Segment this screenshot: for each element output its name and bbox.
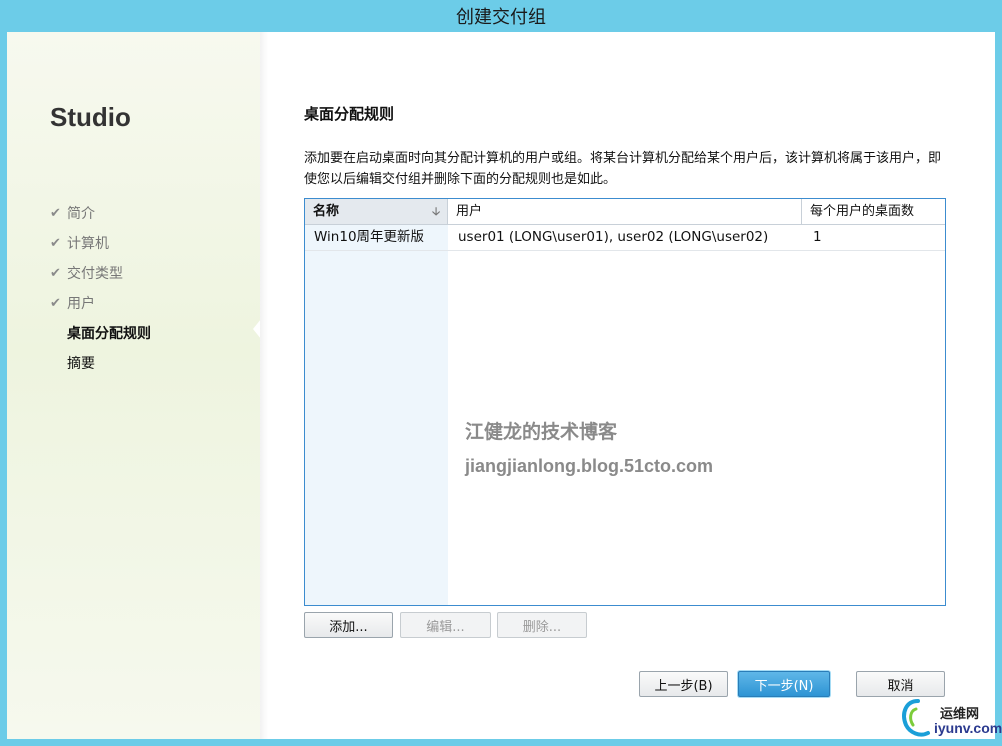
watermark-url: jiangjianlong.blog.51cto.com xyxy=(465,456,714,476)
window-title: 创建交付组 xyxy=(456,7,546,28)
column-header-name[interactable]: 名称 🡣 xyxy=(305,199,448,224)
step-label: 交付类型 xyxy=(67,266,123,282)
cell-users: user01 (LONG\user01), user02 (LONG\user0… xyxy=(458,229,769,245)
checkmark-icon: ✔ xyxy=(50,265,61,281)
step-computers: ✔ 计算机 xyxy=(50,228,151,258)
back-button[interactable]: 上一步(B) xyxy=(639,671,728,697)
wizard-window: Studio ✔ 简介 ✔ 计算机 ✔ 交付类型 ✔ 用户 桌面分配规则 摘要 … xyxy=(7,32,995,739)
page-title: 桌面分配规则 xyxy=(304,105,395,123)
column-header-users[interactable]: 用户 xyxy=(448,199,802,224)
sort-arrow-icon: 🡣 xyxy=(432,205,440,218)
checkmark-icon: ✔ xyxy=(50,205,61,221)
step-users: ✔ 用户 xyxy=(50,288,151,318)
edit-button[interactable]: 编辑... xyxy=(400,612,491,638)
page-description: 添加要在启动桌面时向其分配计算机的用户或组。将某台计算机分配给某个用户后，该计算… xyxy=(304,151,942,187)
studio-brand: Studio xyxy=(50,102,131,132)
iyunv-logo: 运维网 iyunv.com xyxy=(898,695,1002,743)
step-label: 桌面分配规则 xyxy=(67,326,151,342)
watermark-title: 江健龙的技术博客 xyxy=(465,421,618,443)
step-label: 简介 xyxy=(67,206,95,222)
add-button[interactable]: 添加... xyxy=(304,612,393,638)
active-step-pointer xyxy=(253,319,261,339)
cancel-button[interactable]: 取消 xyxy=(856,671,945,697)
step-intro: ✔ 简介 xyxy=(50,198,151,228)
wizard-steps: ✔ 简介 ✔ 计算机 ✔ 交付类型 ✔ 用户 桌面分配规则 摘要 xyxy=(50,198,151,378)
cell-desktop-count: 1 xyxy=(813,229,822,245)
next-button[interactable]: 下一步(N) xyxy=(738,671,830,697)
blog-watermark: 江健龙的技术博客 jiangjianlong.blog.51cto.com xyxy=(465,417,713,477)
table-header: 名称 🡣 用户 每个用户的桌面数 xyxy=(305,199,945,225)
delete-button[interactable]: 删除... xyxy=(497,612,587,638)
step-delivery-type: ✔ 交付类型 xyxy=(50,258,151,288)
step-label: 计算机 xyxy=(67,236,109,252)
step-label: 用户 xyxy=(67,296,95,312)
iyunv-logo-icon xyxy=(902,699,930,737)
assignment-rules-table[interactable]: 名称 🡣 用户 每个用户的桌面数 Win10周年更新版 user01 (LONG… xyxy=(304,198,946,606)
table-row[interactable]: Win10周年更新版 user01 (LONG\user01), user02 … xyxy=(305,225,945,251)
step-label: 摘要 xyxy=(67,356,95,372)
column-header-desktops-per-user[interactable]: 每个用户的桌面数 xyxy=(802,199,945,224)
cell-name: Win10周年更新版 xyxy=(314,229,425,245)
wizard-sidebar: Studio ✔ 简介 ✔ 计算机 ✔ 交付类型 ✔ 用户 桌面分配规则 摘要 xyxy=(7,32,268,739)
checkmark-icon: ✔ xyxy=(50,235,61,251)
window-titlebar: 创建交付组 xyxy=(0,0,1002,32)
step-desktop-assignment: 桌面分配规则 xyxy=(50,318,151,348)
step-summary: 摘要 xyxy=(50,348,151,378)
logo-text-url: iyunv.com xyxy=(934,720,1002,736)
checkmark-icon: ✔ xyxy=(50,295,61,311)
wizard-content: 桌面分配规则 添加要在启动桌面时向其分配计算机的用户或组。将某台计算机分配给某个… xyxy=(304,32,984,739)
